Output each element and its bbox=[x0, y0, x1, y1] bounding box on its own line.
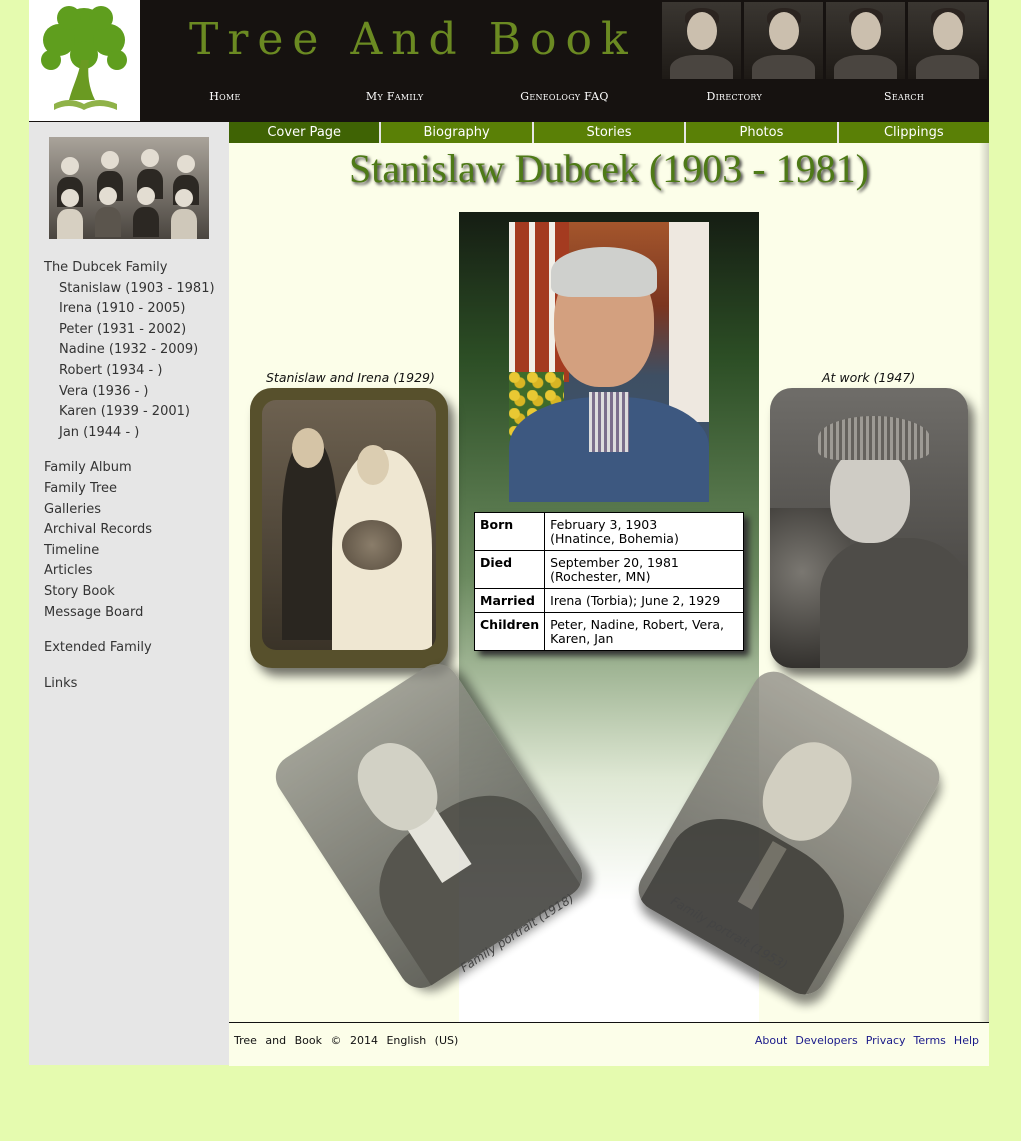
wedding-photo[interactable] bbox=[250, 388, 448, 668]
header-photo bbox=[744, 2, 823, 79]
content-tabs: Cover Page Biography Stories Photos Clip… bbox=[229, 122, 990, 143]
tab-biography[interactable]: Biography bbox=[381, 122, 532, 143]
sidebar-message-board[interactable]: Message Board bbox=[44, 603, 234, 624]
married-label: Married bbox=[473, 588, 546, 613]
children-line: Peter, Nadine, Robert, Vera, bbox=[550, 617, 725, 632]
died-label: Died bbox=[473, 550, 546, 589]
sidebar-links[interactable]: Links bbox=[44, 674, 234, 695]
died-value: September 20, 1981 (Rochester, MN) bbox=[544, 550, 744, 589]
sidebar-archival-records[interactable]: Archival Records bbox=[44, 520, 234, 541]
nav-home[interactable]: Home bbox=[140, 90, 310, 114]
children-line: Karen, Jan bbox=[550, 631, 614, 646]
table-row: Children Peter, Nadine, Robert, Vera, Kar… bbox=[473, 612, 744, 651]
sidebar-member-peter[interactable]: Peter (1931 - 2002) bbox=[44, 320, 234, 341]
footer-copyright: Tree and Book © 2014 English (US) bbox=[234, 1034, 459, 1047]
children-label: Children bbox=[473, 612, 546, 651]
footer-developers-link[interactable]: Developers bbox=[795, 1034, 857, 1047]
header-photo bbox=[826, 2, 905, 79]
header-photo-strip bbox=[662, 2, 987, 79]
died-date: September 20, 1981 bbox=[550, 555, 679, 570]
nav-my-family[interactable]: My Family bbox=[310, 90, 480, 114]
married-value: Irena (Torbia); June 2, 1929 bbox=[544, 588, 744, 613]
sidebar-member-stanislaw[interactable]: Stanislaw (1903 - 1981) bbox=[44, 279, 234, 300]
tab-photos[interactable]: Photos bbox=[686, 122, 837, 143]
page-title: Stanislaw Dubcek (1903 - 1981) bbox=[349, 146, 869, 191]
footer-about-link[interactable]: About bbox=[755, 1034, 788, 1047]
header-photo bbox=[908, 2, 987, 79]
born-place: (Hnatince, Bohemia) bbox=[550, 531, 679, 546]
main-content: Stanislaw Dubcek (1903 - 1981) Born Febr… bbox=[229, 143, 989, 1065]
page-container: Tree And Book Home My Family Geneology F… bbox=[29, 0, 990, 1066]
sidebar-member-karen[interactable]: Karen (1939 - 2001) bbox=[44, 402, 234, 423]
sidebar-story-book[interactable]: Story Book bbox=[44, 582, 234, 603]
sidebar-member-nadine[interactable]: Nadine (1932 - 2009) bbox=[44, 340, 234, 361]
sidebar-timeline[interactable]: Timeline bbox=[44, 541, 234, 562]
sidebar-member-jan[interactable]: Jan (1944 - ) bbox=[44, 423, 234, 444]
sidebar-member-vera[interactable]: Vera (1936 - ) bbox=[44, 382, 234, 403]
site-title: Tree And Book bbox=[189, 14, 637, 65]
family-group-photo[interactable] bbox=[49, 137, 209, 239]
tab-cover-page[interactable]: Cover Page bbox=[229, 122, 380, 143]
sidebar-articles[interactable]: Articles bbox=[44, 561, 234, 582]
nav-directory[interactable]: Directory bbox=[649, 90, 819, 114]
sidebar-member-robert[interactable]: Robert (1934 - ) bbox=[44, 361, 234, 382]
table-row: Married Irena (Torbia); June 2, 1929 bbox=[473, 588, 744, 613]
sidebar-family-heading[interactable]: The Dubcek Family bbox=[44, 258, 234, 279]
died-place: (Rochester, MN) bbox=[550, 569, 651, 584]
content-edge-shadow bbox=[979, 143, 989, 1065]
children-value: Peter, Nadine, Robert, Vera, Karen, Jan bbox=[544, 612, 744, 651]
footer-help-link[interactable]: Help bbox=[954, 1034, 979, 1047]
tab-stories[interactable]: Stories bbox=[533, 122, 685, 143]
vital-info-table: Born February 3, 1903 (Hnatince, Bohemia)… bbox=[473, 512, 744, 651]
nav-search[interactable]: Search bbox=[819, 90, 989, 114]
table-row: Born February 3, 1903 (Hnatince, Bohemia) bbox=[473, 512, 744, 551]
main-portrait-photo[interactable] bbox=[509, 222, 709, 502]
tab-clippings[interactable]: Clippings bbox=[838, 122, 990, 143]
footer-privacy-link[interactable]: Privacy bbox=[866, 1034, 906, 1047]
site-header: Tree And Book Home My Family Geneology F… bbox=[29, 0, 989, 122]
work-photo-caption: At work (1947) bbox=[822, 370, 916, 385]
top-navigation: Home My Family Geneology FAQ Directory S… bbox=[140, 90, 989, 114]
born-label: Born bbox=[473, 512, 546, 551]
tree-book-logo[interactable] bbox=[29, 0, 140, 121]
page-footer: Tree and Book © 2014 English (US) About … bbox=[229, 1022, 989, 1066]
sidebar-family-album[interactable]: Family Album bbox=[44, 458, 234, 479]
footer-links: About Developers Privacy Terms Help bbox=[755, 1034, 979, 1047]
sidebar-galleries[interactable]: Galleries bbox=[44, 500, 234, 521]
sidebar-member-irena[interactable]: Irena (1910 - 2005) bbox=[44, 299, 234, 320]
header-photo bbox=[662, 2, 741, 79]
sidebar-family-tree[interactable]: Family Tree bbox=[44, 479, 234, 500]
nav-genealogy-faq[interactable]: Geneology FAQ bbox=[480, 90, 650, 114]
sidebar-extended-family[interactable]: Extended Family bbox=[44, 638, 234, 659]
born-value: February 3, 1903 (Hnatince, Bohemia) bbox=[544, 512, 744, 551]
footer-terms-link[interactable]: Terms bbox=[914, 1034, 946, 1047]
born-date: February 3, 1903 bbox=[550, 517, 658, 532]
table-row: Died September 20, 1981 (Rochester, MN) bbox=[473, 550, 744, 589]
wedding-photo-caption: Stanislaw and Irena (1929) bbox=[266, 370, 435, 385]
work-photo[interactable] bbox=[770, 388, 968, 668]
sidebar-nav: The Dubcek Family Stanislaw (1903 - 1981… bbox=[44, 258, 234, 694]
